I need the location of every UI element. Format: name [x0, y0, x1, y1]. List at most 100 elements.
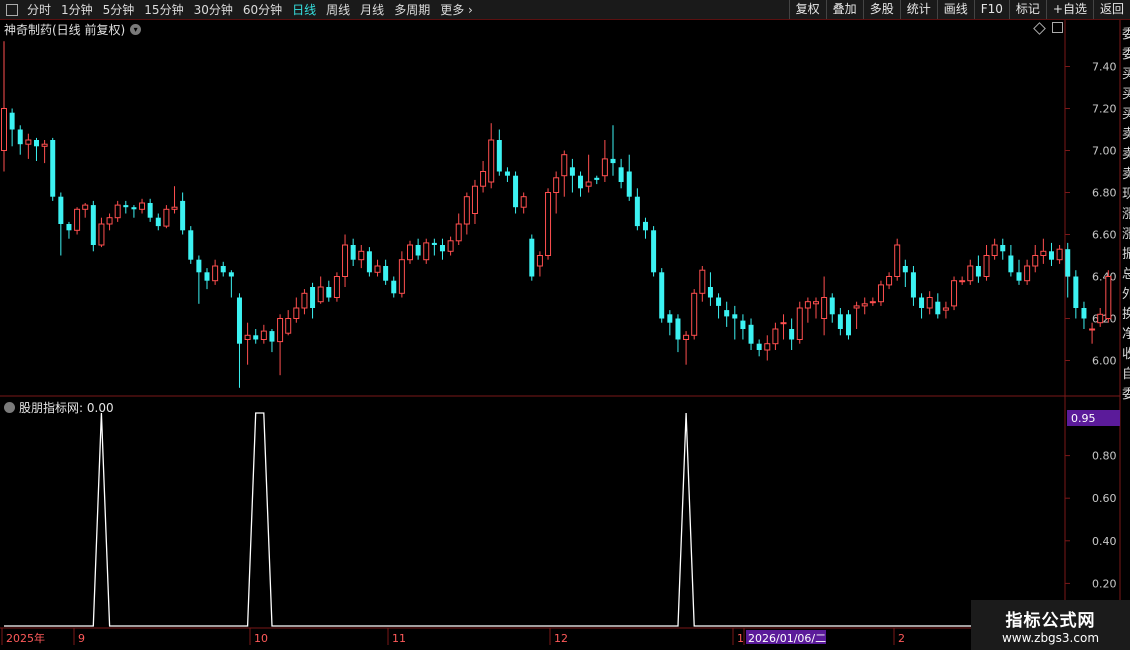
- chevron-down-icon[interactable]: ▾: [130, 24, 142, 35]
- candle-body: [634, 196, 640, 227]
- candle-body: [277, 318, 284, 343]
- period-tab[interactable]: 分时: [22, 1, 56, 18]
- candle-body: [877, 284, 884, 303]
- candle-body: [1032, 255, 1039, 267]
- candle-body: [1081, 308, 1087, 319]
- candle-body: [439, 245, 445, 252]
- diamond-icon[interactable]: [1033, 22, 1046, 35]
- candle-body: [301, 292, 308, 309]
- period-tab[interactable]: 周线: [321, 1, 355, 18]
- toolbar-button[interactable]: F10: [973, 0, 1009, 19]
- candle-body: [163, 208, 170, 227]
- candle-body: [545, 192, 552, 256]
- candle-body: [17, 129, 23, 145]
- toolbar-button[interactable]: +自选: [1045, 0, 1093, 19]
- candle-body: [756, 343, 762, 350]
- candle-body: [25, 139, 32, 145]
- period-tab[interactable]: 60分钟: [238, 1, 287, 18]
- candle-body: [983, 255, 990, 277]
- period-tab[interactable]: 日线: [287, 1, 321, 18]
- chart-area[interactable]: 6.00 6.20 6.40 6.60 6.80 7.00 7.20 7.40 0.20 0.40…: [0, 0, 1130, 650]
- candle-body: [536, 255, 543, 267]
- toolbar-button[interactable]: 叠加: [825, 0, 863, 19]
- candle-body: [553, 177, 560, 194]
- candle-body: [1, 108, 7, 151]
- period-tab[interactable]: 多周期: [389, 1, 435, 18]
- period-tab[interactable]: 更多 ›: [435, 1, 478, 18]
- candle-body: [342, 244, 349, 277]
- candle-body: [90, 205, 96, 245]
- time-label: 11: [392, 632, 406, 645]
- candle-body: [326, 287, 332, 298]
- toolbar-button[interactable]: 画线: [936, 0, 974, 19]
- indicator-tick-label: 0.20: [1092, 577, 1117, 590]
- price-label: 6.60: [1092, 229, 1117, 242]
- side-panel-char: 委: [1122, 27, 1130, 42]
- chevron-down-icon[interactable]: [4, 402, 15, 413]
- candle-body: [894, 244, 901, 277]
- candle-body: [919, 297, 925, 308]
- price-label: 6.20: [1092, 313, 1117, 326]
- candle-body: [959, 280, 966, 283]
- candle-body: [764, 343, 771, 351]
- candle-body: [585, 181, 592, 187]
- candle-body: [561, 154, 568, 177]
- candle-body: [1073, 276, 1079, 308]
- side-panel-char: 买: [1122, 67, 1130, 82]
- candle-body: [9, 112, 15, 130]
- period-tab[interactable]: 月线: [355, 1, 389, 18]
- candle-body: [732, 314, 738, 319]
- period-tab[interactable]: 5分钟: [98, 1, 140, 18]
- price-label: 6.00: [1092, 355, 1117, 368]
- candle-body: [180, 200, 186, 231]
- window-icon[interactable]: [6, 3, 18, 16]
- panel-toggle-icon[interactable]: [1052, 22, 1063, 33]
- candle-body: [886, 276, 893, 286]
- candle-body: [123, 205, 129, 208]
- candle-body: [601, 158, 608, 177]
- candle-body: [942, 307, 949, 311]
- candle-body: [569, 167, 575, 176]
- period-tab[interactable]: 1分钟: [56, 1, 98, 18]
- side-panel-char: 现: [1122, 187, 1130, 202]
- toolbar-button[interactable]: 多股: [862, 0, 900, 19]
- toolbar-button[interactable]: 返回: [1092, 0, 1130, 19]
- candle-body: [269, 331, 275, 342]
- candle-body: [1040, 250, 1047, 257]
- watermark-url: www.zbgs3.com: [1001, 630, 1100, 645]
- time-label: 1: [737, 632, 744, 645]
- time-label: 2: [898, 632, 905, 645]
- toolbar-button[interactable]: 标记: [1008, 0, 1046, 19]
- side-panel-char: 委: [1122, 387, 1130, 402]
- candle-body: [1105, 276, 1112, 319]
- candle-body: [58, 196, 64, 224]
- candle-body: [691, 292, 698, 336]
- side-panel-char: 外: [1122, 287, 1130, 302]
- time-label: 9: [78, 632, 85, 645]
- chart-tools: [1033, 22, 1063, 35]
- candle-body: [667, 314, 673, 323]
- indicator-value: : 0.00: [79, 400, 114, 415]
- candle-body: [383, 266, 389, 281]
- side-panel-char: 涨: [1122, 207, 1130, 222]
- candle-body: [845, 314, 851, 336]
- date-highlight-bg: [746, 630, 826, 644]
- toolbar-button[interactable]: 复权: [788, 0, 826, 19]
- candle-body: [155, 217, 161, 227]
- toolbar-button[interactable]: 统计: [899, 0, 937, 19]
- period-tab[interactable]: 30分钟: [189, 1, 238, 18]
- candle-body: [991, 244, 998, 256]
- period-tab[interactable]: 15分钟: [139, 1, 188, 18]
- period-toolbar: 分时 1分钟 5分钟 15分钟 30分钟 60分钟 日线 周线 月线 多周期 更多 › 复权 叠加 多股…: [0, 0, 1130, 20]
- candle-body: [447, 240, 454, 252]
- candle-body: [244, 334, 251, 340]
- candle-body: [1097, 313, 1104, 324]
- side-panel-char: 自: [1122, 367, 1130, 382]
- candle-body: [188, 230, 194, 260]
- candle-body: [780, 322, 787, 325]
- side-panel-char: 涨: [1122, 227, 1130, 242]
- candle-body: [41, 143, 48, 147]
- candle-body: [659, 272, 665, 319]
- indicator-title: 股朋指标网 : 0.00: [4, 399, 114, 416]
- watermark-title: 指标公式网: [1005, 610, 1096, 631]
